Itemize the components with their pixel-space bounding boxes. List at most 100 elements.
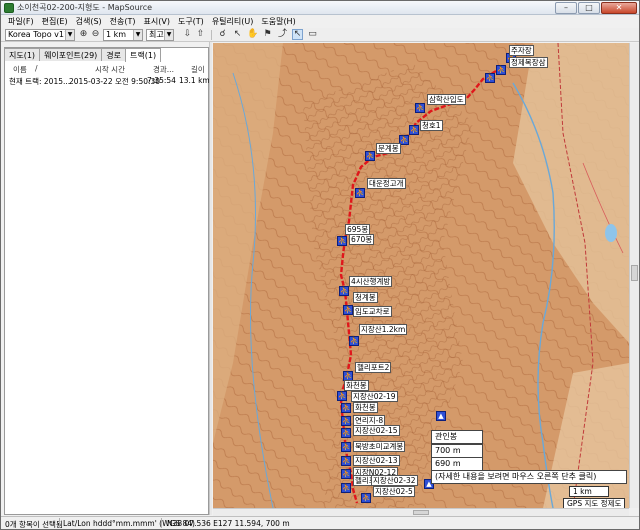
waypoint-icon[interactable]: ⛹ bbox=[496, 65, 506, 75]
receive-from-device-icon[interactable]: ⇩ bbox=[182, 29, 193, 40]
close-button[interactable]: ✕ bbox=[601, 2, 637, 14]
waypoint-icon[interactable]: ⛹ bbox=[341, 442, 351, 452]
detail-level-value: 최고 bbox=[149, 30, 164, 39]
menu-transfer[interactable]: 전송(T) bbox=[107, 15, 141, 28]
waypoint-label[interactable]: 주자장 bbox=[509, 45, 534, 56]
waypoint-tool-icon[interactable]: ⚑ bbox=[262, 29, 273, 40]
window-title: 소이천곡02-200-지형도 - MapSource bbox=[17, 3, 153, 12]
waypoint-info-name: 관인봉 bbox=[431, 430, 483, 444]
track-name: 현재 트랙: 2015... bbox=[9, 77, 71, 86]
chevron-down-icon: ▼ bbox=[164, 30, 173, 40]
waypoint-label[interactable]: 지장산1.2km bbox=[359, 324, 408, 335]
waypoint-label[interactable]: 지장산02-15 bbox=[353, 425, 400, 436]
column-header-length[interactable]: 길이 bbox=[191, 64, 205, 75]
waypoint-label[interactable]: 청호1 bbox=[420, 120, 443, 131]
map-view[interactable]: ⛹ 주자장 ⛹ 정제목장삼 ⛹ ⛹ 삼학산입도 ⛹ 청호1 ⛹ ⛹ 문계봉 ⛹ … bbox=[213, 43, 629, 508]
waypoint-label[interactable]: 북방초미교계봉 bbox=[353, 441, 406, 452]
zoom-scale-select[interactable]: 1 km ▼ bbox=[103, 29, 143, 41]
waypoint-icon[interactable]: ⛹ bbox=[337, 236, 347, 246]
zoom-tool-icon[interactable]: ☌ bbox=[217, 29, 228, 40]
route-tool-icon[interactable]: ⤴ bbox=[277, 29, 288, 40]
waypoint-icon[interactable]: ⛹ bbox=[339, 286, 349, 296]
column-header-sort[interactable]: / bbox=[35, 64, 38, 73]
waypoint-label[interactable]: 삼학산입도 bbox=[427, 94, 466, 105]
waypoint-icon[interactable]: ⛹ bbox=[341, 428, 351, 438]
panel-splitter[interactable] bbox=[209, 42, 212, 515]
waypoint-label[interactable]: 정제목장삼 bbox=[509, 57, 548, 68]
menu-file[interactable]: 파일(F) bbox=[5, 15, 39, 28]
pointer-tool-icon[interactable]: ↖ bbox=[292, 29, 303, 40]
waypoint-label[interactable]: 지장산02-13 bbox=[353, 455, 400, 466]
waypoint-icon[interactable]: ⛹ bbox=[341, 483, 351, 493]
map-vertical-scrollbar[interactable] bbox=[629, 43, 639, 508]
zoom-in-icon[interactable]: ⊕ bbox=[78, 29, 89, 40]
waypoint-label[interactable]: 지장산02-19 bbox=[351, 391, 398, 402]
maximize-button[interactable]: □ bbox=[578, 2, 600, 14]
waypoint-label[interactable]: 대운정고개 bbox=[367, 178, 406, 189]
select-tool-icon[interactable]: ↖ bbox=[232, 29, 243, 40]
waypoint-icon[interactable]: ⛹ bbox=[341, 469, 351, 479]
send-to-device-icon[interactable]: ⇧ bbox=[195, 29, 206, 40]
waypoint-icon[interactable]: ⛹ bbox=[341, 416, 351, 426]
menu-utilities[interactable]: 유틸리티(U) bbox=[209, 15, 259, 28]
chevron-down-icon: ▼ bbox=[133, 30, 142, 40]
waypoint-label[interactable]: 4시산행계방 bbox=[349, 276, 393, 287]
map-product-select[interactable]: Korea Topo v11 ▼ bbox=[5, 29, 75, 41]
waypoint-label[interactable]: 문계봉 bbox=[376, 143, 401, 154]
vertical-scroll-thumb[interactable] bbox=[631, 265, 638, 281]
zoom-scale-value: 1 km bbox=[106, 30, 127, 39]
waypoint-info-elevation-1: 700 m bbox=[431, 444, 483, 458]
waypoint-label[interactable]: 헬리포트2 bbox=[355, 362, 392, 373]
waypoint-icon[interactable]: ⛹ bbox=[409, 125, 419, 135]
waypoint-icon[interactable]: ⛹ bbox=[343, 305, 353, 315]
waypoint-label[interactable]: 지장산02-32 bbox=[371, 475, 418, 486]
hand-tool-icon[interactable]: ✋ bbox=[247, 29, 258, 40]
waypoint-label[interactable]: 지장산02-5 bbox=[373, 486, 415, 497]
waypoint-icon[interactable]: ⛹ bbox=[341, 456, 351, 466]
waypoint-icon[interactable]: ⛹ bbox=[349, 336, 359, 346]
chevron-down-icon: ▼ bbox=[65, 30, 74, 40]
status-divider bbox=[59, 518, 60, 528]
waypoint-info-elevation-2: 690 m bbox=[431, 457, 483, 471]
detail-level-select[interactable]: 최고 ▼ bbox=[146, 29, 174, 41]
menu-tools[interactable]: 도구(T) bbox=[175, 15, 209, 28]
waypoint-label[interactable]: 670봉 bbox=[349, 234, 375, 245]
minimize-button[interactable]: – bbox=[555, 2, 577, 14]
waypoint-icon[interactable]: ⛹ bbox=[485, 73, 495, 83]
status-bar: 0개 항목이 선택됨 Lat/Lon hddd°mm.mmm' (WGS 84)… bbox=[1, 516, 639, 529]
waypoint-label[interactable]: 청계봉 bbox=[353, 292, 378, 303]
track-list-header: 이름 / 시작 시간 경과... 길이 bbox=[5, 63, 208, 74]
waypoint-icon[interactable]: ⛹ bbox=[337, 391, 347, 401]
waypoint-icon[interactable]: ⛹ bbox=[341, 403, 351, 413]
column-header-name[interactable]: 이름 bbox=[13, 64, 27, 75]
tab-waypoints[interactable]: 웨이포인트(29) bbox=[39, 48, 103, 61]
mountain-peak-icon[interactable]: ▲ bbox=[436, 411, 446, 421]
measure-tool-icon[interactable]: ▭ bbox=[307, 29, 318, 40]
status-divider bbox=[161, 518, 162, 528]
tab-tracks[interactable]: 트랙(1) bbox=[125, 48, 162, 62]
menu-view[interactable]: 표시(V) bbox=[141, 15, 175, 28]
waypoint-label[interactable]: 화천봉 bbox=[353, 402, 378, 413]
track-elapsed: 7:35:54 bbox=[147, 76, 176, 85]
table-row[interactable]: 현재 트랙: 2015... 2015-03-22 오전 9:50:30 7:3… bbox=[5, 75, 210, 86]
menu-edit[interactable]: 편집(E) bbox=[39, 15, 73, 28]
waypoint-icon[interactable]: ⛹ bbox=[361, 493, 371, 503]
track-length: 13.1 km bbox=[179, 76, 210, 85]
column-header-elapsed[interactable]: 경과... bbox=[153, 64, 174, 75]
tab-routes[interactable]: 경로 bbox=[101, 48, 127, 61]
selection-status: 0개 항목이 선택됨 bbox=[5, 520, 63, 529]
toolbar-separator bbox=[211, 30, 212, 40]
waypoint-icon[interactable]: ⛹ bbox=[365, 151, 375, 161]
title-bar[interactable]: 소이천곡02-200-지형도 - MapSource – □ ✕ bbox=[1, 1, 639, 15]
menu-help[interactable]: 도움말(H) bbox=[258, 15, 300, 28]
waypoint-label[interactable]: 화천봉 bbox=[344, 380, 369, 391]
waypoint-icon[interactable]: ⛹ bbox=[355, 188, 365, 198]
horizontal-scroll-thumb[interactable] bbox=[413, 510, 429, 515]
map-horizontal-scrollbar[interactable] bbox=[213, 508, 629, 516]
menu-search[interactable]: 검색(S) bbox=[73, 15, 107, 28]
tab-maps[interactable]: 지도(1) bbox=[4, 48, 41, 61]
waypoint-icon[interactable]: ⛹ bbox=[415, 103, 425, 113]
column-header-start-time[interactable]: 시작 시간 bbox=[95, 64, 125, 75]
waypoint-label[interactable]: 임도교차로 bbox=[353, 306, 392, 317]
zoom-out-icon[interactable]: ⊖ bbox=[90, 29, 101, 40]
